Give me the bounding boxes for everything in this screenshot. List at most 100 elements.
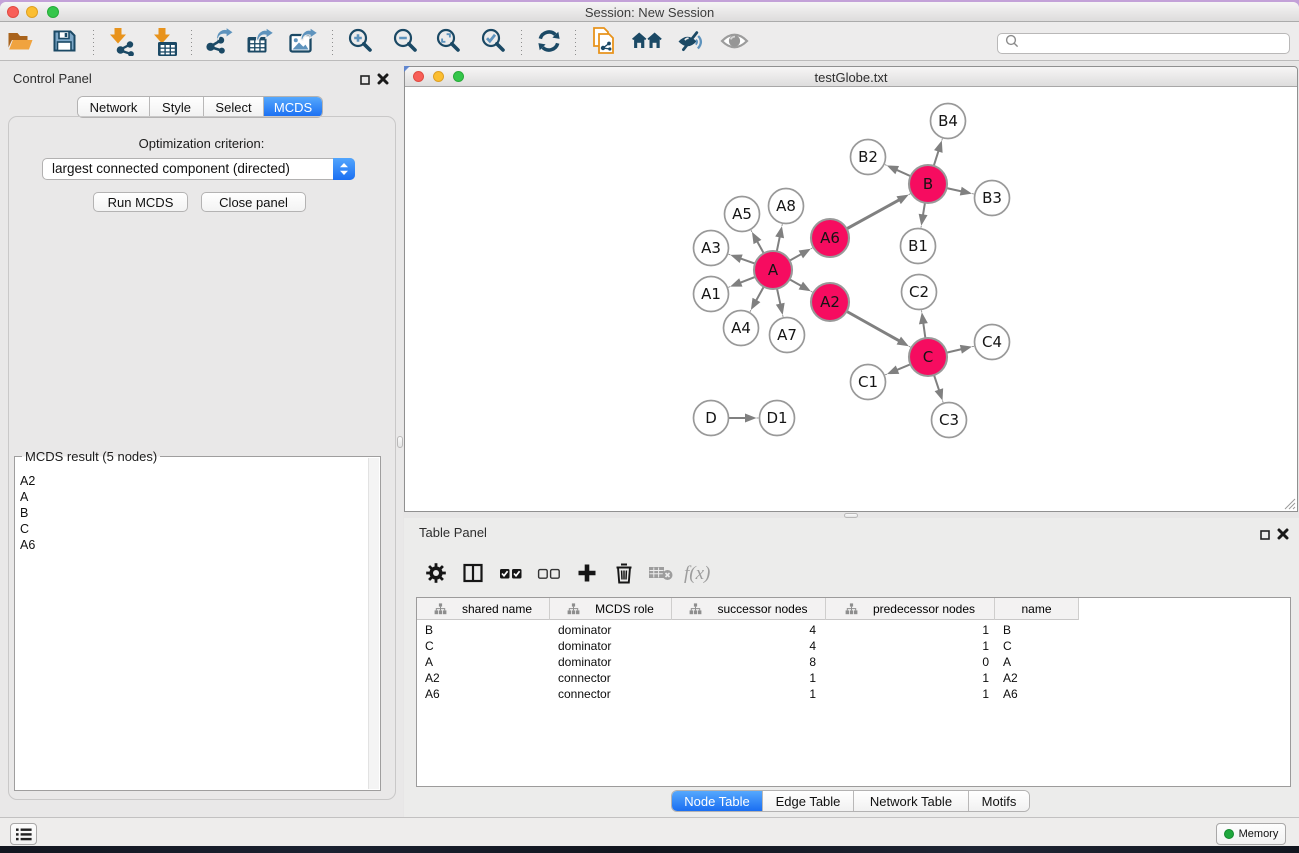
tab-select[interactable]: Select xyxy=(204,97,264,117)
cell[interactable]: dominator xyxy=(558,655,658,669)
memory-button[interactable]: Memory xyxy=(1216,823,1286,845)
cell[interactable]: connector xyxy=(558,687,658,701)
checked-boxes-icon xyxy=(499,562,523,589)
mcds-result-item[interactable]: C xyxy=(20,521,35,537)
zoom-fit-button[interactable] xyxy=(432,25,464,61)
cell[interactable]: 1 xyxy=(672,671,816,685)
mcds-result-item[interactable]: A2 xyxy=(20,473,35,489)
mcds-result-scrollbar[interactable] xyxy=(368,458,379,789)
control-panel-tabs: NetworkStyleSelectMCDS xyxy=(78,97,322,117)
mcds-result-item[interactable]: A6 xyxy=(20,537,35,553)
zoom-in-button[interactable] xyxy=(344,25,376,61)
close-panel-button[interactable]: Close panel xyxy=(201,192,306,212)
edge-tip xyxy=(885,165,887,166)
cell[interactable]: A xyxy=(425,655,545,669)
cell[interactable]: 4 xyxy=(672,639,816,653)
edge-arrowhead xyxy=(799,282,811,292)
column-header-MCDS-role[interactable]: MCDS role xyxy=(550,598,672,620)
gear-button[interactable] xyxy=(418,562,454,588)
tab-network-table[interactable]: Network Table xyxy=(854,791,969,811)
hide-eye-button[interactable] xyxy=(674,25,706,61)
checked-boxes-button[interactable] xyxy=(493,562,529,588)
cell[interactable]: 1 xyxy=(672,687,816,701)
import-table-button[interactable] xyxy=(148,25,180,61)
cell[interactable]: A xyxy=(1003,655,1073,669)
table-panel-float-icon[interactable] xyxy=(1260,527,1270,545)
cell[interactable]: C xyxy=(425,639,545,653)
cell[interactable]: B xyxy=(1003,623,1073,637)
export-table-button[interactable] xyxy=(244,25,276,61)
cell[interactable]: 1 xyxy=(826,639,989,653)
cell[interactable]: 4 xyxy=(672,623,816,637)
cell[interactable]: dominator xyxy=(558,639,658,653)
cell[interactable]: C xyxy=(1003,639,1073,653)
refresh-button[interactable] xyxy=(533,25,565,61)
mcds-result-item[interactable]: B xyxy=(20,505,35,521)
cell[interactable]: dominator xyxy=(558,623,658,637)
tab-node-table[interactable]: Node Table xyxy=(672,791,763,811)
table-row-A[interactable]: Adominator80A xyxy=(417,655,1290,671)
table-row-C[interactable]: Cdominator41C xyxy=(417,639,1290,655)
open-folder-button[interactable] xyxy=(4,25,36,61)
split-column-button[interactable] xyxy=(455,562,491,588)
edge-arrowhead xyxy=(776,303,785,315)
run-mcds-button[interactable]: Run MCDS xyxy=(93,192,188,212)
trash-button[interactable] xyxy=(606,562,642,588)
mcds-result-item[interactable]: A xyxy=(20,489,35,505)
export-network-button[interactable] xyxy=(203,25,235,61)
cell[interactable]: 8 xyxy=(672,655,816,669)
cell[interactable]: A6 xyxy=(425,687,545,701)
tab-style[interactable]: Style xyxy=(150,97,204,117)
home-icon xyxy=(632,32,662,54)
cell[interactable]: A6 xyxy=(1003,687,1073,701)
task-history-button[interactable] xyxy=(10,823,37,845)
tab-mcds[interactable]: MCDS xyxy=(264,97,322,117)
split-column-icon xyxy=(462,562,484,589)
zoom-selected-button[interactable] xyxy=(477,25,509,61)
column-header-name[interactable]: name xyxy=(995,598,1079,620)
tab-edge-table[interactable]: Edge Table xyxy=(763,791,854,811)
table-row-A6[interactable]: A6 connector 11 A6 xyxy=(417,687,1290,703)
node-label-C1: C1 xyxy=(858,373,878,391)
column-header-predecessor-nodes[interactable]: predecessor nodes xyxy=(826,598,995,620)
home-button[interactable] xyxy=(631,25,663,61)
unchecked-boxes-button[interactable] xyxy=(531,562,567,588)
table-row-B[interactable]: Bdominator41B xyxy=(417,623,1290,639)
import-network-button[interactable] xyxy=(104,25,136,61)
cell[interactable]: A2 xyxy=(425,671,545,685)
cell[interactable]: 1 xyxy=(826,623,989,637)
column-header-shared-name[interactable]: shared name xyxy=(417,598,550,620)
eye-button[interactable] xyxy=(719,25,751,61)
control-panel-close-icon[interactable] xyxy=(377,72,389,90)
app-titlebar[interactable]: Session: New Session xyxy=(0,2,1299,22)
cell[interactable]: connector xyxy=(558,671,658,685)
import-network-icon xyxy=(106,26,134,61)
control-panel-float-icon[interactable] xyxy=(360,72,370,90)
clone-network-button[interactable] xyxy=(588,25,620,61)
optimization-dropdown[interactable]: largest connected component (directed) xyxy=(42,158,355,180)
edge-arrowhead xyxy=(919,214,928,226)
tab-motifs[interactable]: Motifs xyxy=(969,791,1029,811)
table-row-A2[interactable]: A2 connector 11 A2 xyxy=(417,671,1290,687)
network-window-titlebar[interactable]: testGlobe.txt xyxy=(405,67,1297,87)
search-input[interactable] xyxy=(997,33,1290,54)
network-graph-canvas[interactable]: AA1A3A5A8A4A7A6A2BB1B2B3B4CC1C2C3C4DD1 xyxy=(405,87,1297,511)
zoom-out-button[interactable] xyxy=(389,25,421,61)
cell[interactable]: 0 xyxy=(826,655,989,669)
cell[interactable]: B xyxy=(425,623,545,637)
dropdown-arrows-icon xyxy=(333,158,355,180)
export-image-button[interactable] xyxy=(287,25,319,61)
table-panel-close-icon[interactable] xyxy=(1277,527,1289,545)
cell[interactable]: A2 xyxy=(1003,671,1073,685)
mcds-result-list[interactable]: A2ABCA6 xyxy=(20,473,35,553)
cell[interactable]: 1 xyxy=(826,687,989,701)
save-icon xyxy=(52,28,77,58)
plus-button[interactable] xyxy=(569,562,605,588)
resize-grip-icon[interactable] xyxy=(1284,498,1296,510)
column-header-successor-nodes[interactable]: successor nodes xyxy=(672,598,826,620)
save-button[interactable] xyxy=(48,25,80,61)
split-handle-vertical[interactable] xyxy=(397,436,403,448)
desktop-strip xyxy=(0,846,1299,853)
tab-network[interactable]: Network xyxy=(78,97,150,117)
cell[interactable]: 1 xyxy=(826,671,989,685)
